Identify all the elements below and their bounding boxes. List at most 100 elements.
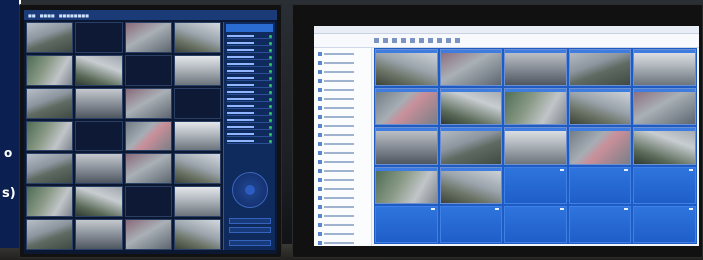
empty-camera-slot[interactable] <box>633 205 696 243</box>
tree-item[interactable] <box>318 213 367 219</box>
camera-list-item[interactable] <box>227 83 272 88</box>
camera-list-item[interactable] <box>227 41 272 46</box>
toolbar-icon[interactable] <box>455 38 460 43</box>
camera-feed-tile[interactable] <box>124 186 172 218</box>
camera-list-item[interactable] <box>227 139 272 144</box>
camera-feed-tile[interactable] <box>504 88 567 126</box>
camera-feed-tile[interactable] <box>633 88 696 126</box>
tree-item[interactable] <box>318 150 367 156</box>
tree-item[interactable] <box>318 195 367 201</box>
camera-feed-tile[interactable] <box>633 127 696 165</box>
toolbar-icon[interactable] <box>374 38 379 43</box>
ptz-center-button[interactable] <box>245 185 255 195</box>
camera-feed-tile[interactable] <box>568 88 632 126</box>
camera-feed-tile[interactable] <box>173 219 221 250</box>
toolbar-icon[interactable] <box>401 38 406 43</box>
camera-feed-tile[interactable] <box>633 49 696 87</box>
camera-feed-tile[interactable] <box>173 87 221 119</box>
tree-item[interactable] <box>318 231 367 237</box>
empty-camera-slot[interactable] <box>439 205 503 243</box>
camera-list-item[interactable] <box>227 97 272 102</box>
camera-feed-tile[interactable] <box>124 87 172 119</box>
camera-feed-tile[interactable] <box>375 166 438 204</box>
tree-item[interactable] <box>318 240 367 246</box>
camera-feed-tile[interactable] <box>439 88 503 126</box>
panel-button[interactable] <box>229 218 271 224</box>
camera-feed-tile[interactable] <box>26 219 74 250</box>
camera-feed-tile[interactable] <box>439 49 503 87</box>
camera-list-item[interactable] <box>227 90 272 95</box>
camera-list-item[interactable] <box>227 132 272 137</box>
camera-feed-tile[interactable] <box>75 186 123 218</box>
tree-item[interactable] <box>318 141 367 147</box>
tree-item[interactable] <box>318 186 367 192</box>
camera-feed-tile[interactable] <box>124 120 172 152</box>
camera-list-item[interactable] <box>227 111 272 116</box>
toolbar-icon[interactable] <box>410 38 415 43</box>
tree-item[interactable] <box>318 114 367 120</box>
camera-feed-tile[interactable] <box>75 22 123 53</box>
left-screen-tab[interactable]: ■■■■■■■■ <box>59 13 89 18</box>
camera-list-item[interactable] <box>227 55 272 60</box>
tree-item[interactable] <box>318 132 367 138</box>
camera-list-item[interactable] <box>227 69 272 74</box>
tree-item[interactable] <box>318 204 367 210</box>
camera-list-item[interactable] <box>227 48 272 53</box>
camera-list-item[interactable] <box>227 62 272 67</box>
camera-feed-tile[interactable] <box>375 88 438 126</box>
camera-feed-tile[interactable] <box>124 54 172 86</box>
tree-item[interactable] <box>318 168 367 174</box>
panel-button[interactable] <box>229 227 271 233</box>
camera-feed-tile[interactable] <box>75 54 123 86</box>
camera-feed-tile[interactable] <box>173 54 221 86</box>
toolbar-icon[interactable] <box>392 38 397 43</box>
left-screen-tab[interactable]: ■■ <box>28 13 36 18</box>
toolbar-icon[interactable] <box>446 38 451 43</box>
camera-feed-tile[interactable] <box>26 153 74 185</box>
empty-camera-slot[interactable] <box>568 205 632 243</box>
tree-item[interactable] <box>318 177 367 183</box>
empty-camera-slot[interactable] <box>504 205 567 243</box>
camera-list-item[interactable] <box>227 118 272 123</box>
camera-feed-tile[interactable] <box>439 166 503 204</box>
tree-item[interactable] <box>318 69 367 75</box>
empty-camera-slot[interactable] <box>568 166 632 204</box>
ptz-control-dial[interactable] <box>232 172 268 208</box>
camera-feed-tile[interactable] <box>173 120 221 152</box>
camera-feed-tile[interactable] <box>568 127 632 165</box>
tree-item[interactable] <box>318 222 367 228</box>
tree-item[interactable] <box>318 96 367 102</box>
camera-feed-tile[interactable] <box>124 153 172 185</box>
camera-feed-tile[interactable] <box>504 127 567 165</box>
camera-feed-tile[interactable] <box>75 87 123 119</box>
camera-feed-tile[interactable] <box>375 49 438 87</box>
tree-item[interactable] <box>318 60 367 66</box>
tree-item[interactable] <box>318 78 367 84</box>
camera-feed-tile[interactable] <box>75 153 123 185</box>
camera-feed-tile[interactable] <box>26 54 74 86</box>
tree-item[interactable] <box>318 51 367 57</box>
camera-feed-tile[interactable] <box>375 127 438 165</box>
panel-button[interactable] <box>229 240 271 246</box>
camera-feed-tile[interactable] <box>568 49 632 87</box>
camera-feed-tile[interactable] <box>124 22 172 53</box>
camera-list-item[interactable] <box>227 76 272 81</box>
tree-item[interactable] <box>318 123 367 129</box>
camera-list-item[interactable] <box>227 125 272 130</box>
camera-feed-tile[interactable] <box>439 127 503 165</box>
camera-feed-tile[interactable] <box>26 186 74 218</box>
camera-feed-tile[interactable] <box>75 219 123 250</box>
camera-feed-tile[interactable] <box>504 49 567 87</box>
camera-feed-tile[interactable] <box>26 22 74 53</box>
camera-feed-tile[interactable] <box>75 120 123 152</box>
camera-feed-tile[interactable] <box>124 219 172 250</box>
camera-list-item[interactable] <box>227 34 272 39</box>
toolbar-icon[interactable] <box>428 38 433 43</box>
camera-feed-tile[interactable] <box>173 186 221 218</box>
toolbar-icon[interactable] <box>383 38 388 43</box>
empty-camera-slot[interactable] <box>633 166 696 204</box>
tree-item[interactable] <box>318 105 367 111</box>
camera-feed-tile[interactable] <box>173 22 221 53</box>
camera-feed-tile[interactable] <box>26 120 74 152</box>
empty-camera-slot[interactable] <box>375 205 438 243</box>
